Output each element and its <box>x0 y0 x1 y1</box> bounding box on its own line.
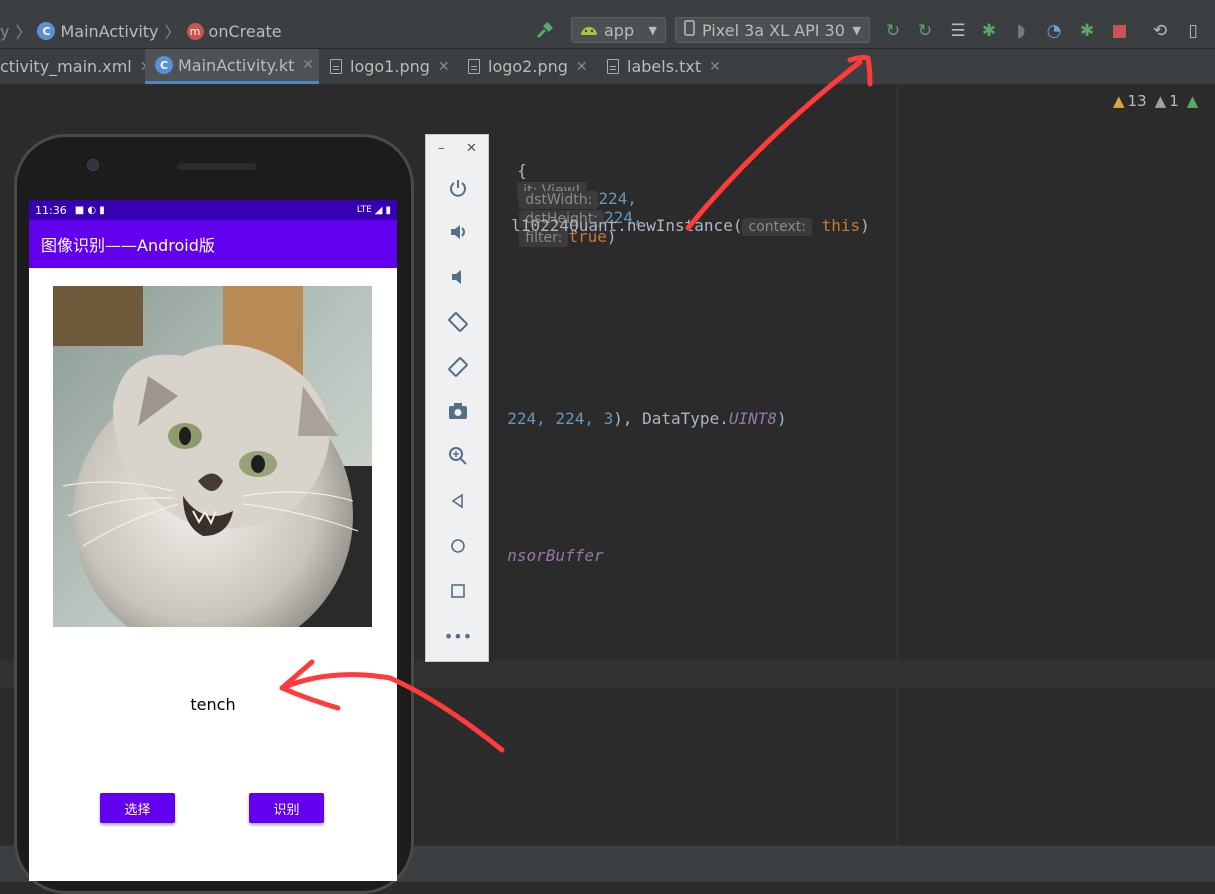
annotation-arrows <box>279 54 873 753</box>
annotation-arrow-to-device <box>685 54 873 231</box>
annotation-arrow-to-result <box>279 659 505 753</box>
